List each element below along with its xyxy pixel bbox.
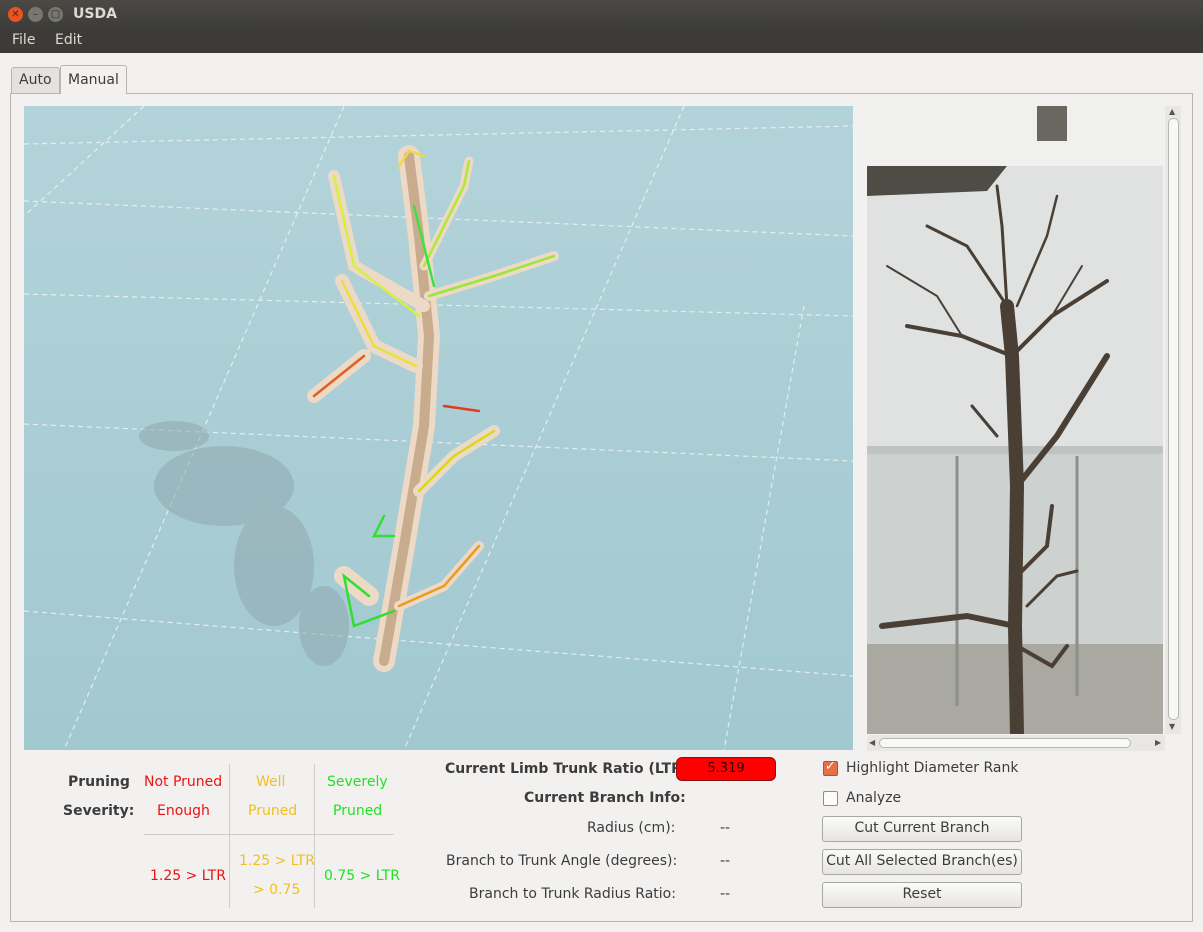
legend-title-line1: Pruning — [68, 774, 130, 790]
photo-horizontal-scrollbar[interactable]: ◀ ▶ — [867, 735, 1165, 751]
legend-severe-line1: Severely — [327, 774, 388, 790]
minimize-icon[interactable]: – — [28, 7, 43, 22]
scroll-left-icon[interactable]: ◀ — [869, 738, 875, 747]
menu-bar: File Edit — [0, 30, 1203, 53]
legend-range-not-pruned: 1.25 > LTR — [150, 868, 226, 884]
legend-divider — [144, 834, 394, 835]
cut-all-selected-button[interactable]: Cut All Selected Branch(es) — [822, 849, 1022, 875]
menu-edit[interactable]: Edit — [55, 32, 82, 48]
ltr-label: Current Limb Trunk Ratio (LTR): — [445, 761, 694, 777]
3d-viewport[interactable] — [24, 106, 853, 750]
scroll-up-icon[interactable]: ▲ — [1169, 107, 1175, 116]
legend-title-line2: Severity: — [63, 803, 135, 819]
radius-label: Radius (cm): — [587, 820, 676, 836]
legend-well-line2: Pruned — [248, 803, 298, 819]
scroll-down-icon[interactable]: ▼ — [1169, 722, 1175, 731]
title-bar: ✕ – □ USDA — [0, 0, 1203, 30]
legend-severe-line2: Pruned — [333, 803, 383, 819]
tree-photo — [867, 106, 1163, 734]
highlight-diameter-label[interactable]: Highlight Diameter Rank — [846, 760, 1018, 776]
close-icon[interactable]: ✕ — [8, 7, 23, 22]
menu-file[interactable]: File — [12, 32, 35, 48]
angle-label: Branch to Trunk Angle (degrees): — [446, 853, 678, 869]
tab-auto[interactable]: Auto — [11, 67, 60, 94]
legend-well-line1: Well — [256, 774, 286, 790]
ltr-value-box: 5.319 — [676, 757, 776, 781]
vertical-scroll-thumb[interactable] — [1168, 118, 1179, 720]
analyze-checkbox[interactable] — [823, 791, 838, 806]
window-title: USDA — [73, 6, 117, 22]
cut-current-branch-button[interactable]: Cut Current Branch — [822, 816, 1022, 842]
legend-range-well-line1: 1.25 > LTR — [239, 853, 315, 869]
maximize-icon[interactable]: □ — [48, 7, 63, 22]
scroll-right-icon[interactable]: ▶ — [1155, 738, 1161, 747]
legend-divider-vertical-2 — [314, 764, 315, 908]
analyze-label[interactable]: Analyze — [846, 790, 901, 806]
reset-button[interactable]: Reset — [822, 882, 1022, 908]
legend-not-pruned-line1: Not Pruned — [144, 774, 223, 790]
tab-manual[interactable]: Manual — [60, 65, 127, 94]
photo-vertical-scrollbar[interactable]: ▲ ▼ — [1165, 106, 1181, 734]
legend-not-pruned-line2: Enough — [157, 803, 210, 819]
highlight-diameter-checkbox[interactable] — [823, 759, 838, 776]
radius-value: -- — [720, 820, 731, 836]
tree-3d-render — [24, 106, 853, 750]
radius-ratio-value: -- — [720, 886, 731, 902]
branch-info-label: Current Branch Info: — [524, 790, 686, 806]
tree-photo-image — [867, 106, 1163, 734]
legend-range-severe: 0.75 > LTR — [324, 868, 400, 884]
angle-value: -- — [720, 853, 731, 869]
horizontal-scroll-thumb[interactable] — [879, 738, 1131, 748]
legend-range-well-line2: > 0.75 — [253, 882, 301, 898]
legend-divider-vertical-1 — [229, 764, 230, 908]
radius-ratio-label: Branch to Trunk Radius Ratio: — [469, 886, 676, 902]
